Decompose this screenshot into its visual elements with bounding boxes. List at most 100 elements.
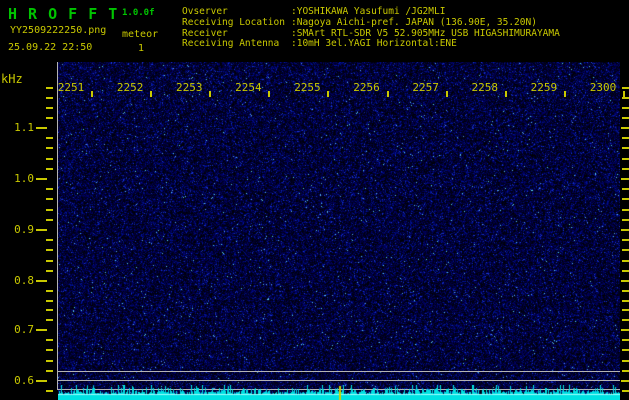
y-axis-label: 0.8	[14, 274, 34, 287]
info-value: :YOSHIKAWA Yasufumi /JG2MLI	[291, 6, 446, 17]
spectrogram-noise-canvas	[58, 62, 620, 400]
x-axis-tick	[209, 91, 212, 97]
y-axis-minor-tick-right	[622, 157, 629, 160]
y-axis-label: 0.7	[14, 323, 34, 336]
y-axis-minor-tick	[46, 299, 53, 302]
y-axis-minor-tick	[46, 208, 53, 211]
y-axis-major-tick	[36, 178, 47, 180]
y-axis-minor-tick-right	[622, 239, 629, 242]
y-axis-minor-tick	[46, 167, 53, 170]
y-axis-minor-tick	[46, 349, 53, 352]
y-axis-minor-tick	[46, 390, 53, 393]
y-axis-minor-tick	[46, 116, 53, 119]
y-axis-minor-tick-right	[622, 96, 629, 99]
x-axis-label: 2256	[353, 81, 380, 94]
y-axis-minor-tick	[46, 188, 53, 191]
y-axis-minor-tick	[46, 369, 53, 372]
info-value: :Nagoya Aichi-pref. JAPAN (136.90E, 35.2…	[291, 16, 537, 28]
y-axis-minor-tick-right	[622, 86, 629, 89]
y-axis-major-tick	[36, 380, 47, 382]
x-axis-tick	[445, 91, 448, 97]
y-axis-minor-tick	[46, 157, 53, 160]
y-axis-minor-tick-right	[622, 339, 629, 342]
y-axis-minor-tick-right	[622, 269, 629, 272]
app-version: 1.0.0f	[122, 8, 155, 18]
info-label: Receiving Location	[182, 16, 285, 28]
y-axis-major-tick	[36, 280, 47, 282]
x-axis-label: 2255	[294, 81, 321, 94]
y-axis-minor-tick-right	[622, 137, 629, 140]
y-axis-minor-tick	[46, 106, 53, 109]
y-axis-minor-tick-right	[622, 309, 629, 312]
mode-label: meteor	[122, 29, 159, 40]
x-axis-tick	[504, 91, 507, 97]
y-axis-minor-tick-right	[622, 390, 629, 393]
x-axis-tick	[91, 91, 93, 97]
y-axis-minor-tick-right	[622, 369, 629, 372]
y-axis-minor-tick	[46, 239, 53, 242]
y-axis-minor-tick	[46, 319, 53, 322]
y-axis-minor-tick	[46, 86, 53, 89]
y-axis-major-tick-right	[621, 280, 629, 282]
y-axis-minor-tick	[46, 259, 53, 262]
y-axis-unit: kHz	[1, 72, 23, 86]
y-axis-line	[57, 62, 58, 390]
x-axis-tick	[150, 91, 153, 97]
datetime-label: 25.09.22 22:50	[8, 42, 93, 53]
signal-reference-line	[58, 371, 620, 372]
y-axis-major-tick	[36, 127, 47, 129]
y-axis-minor-tick-right	[622, 188, 629, 191]
y-axis-minor-tick-right	[622, 208, 629, 211]
y-axis-minor-tick	[46, 359, 53, 362]
y-axis-major-tick-right	[621, 178, 629, 180]
y-axis-label: 1.0	[14, 172, 34, 185]
y-axis-major-tick-right	[621, 380, 629, 382]
count-label: 1	[138, 43, 145, 54]
y-axis-minor-tick	[46, 339, 53, 342]
y-axis-minor-tick-right	[622, 198, 629, 201]
y-axis-major-tick-right	[621, 229, 629, 231]
y-axis-minor-tick	[46, 198, 53, 201]
x-axis-tick	[563, 91, 566, 97]
y-axis-minor-tick-right	[622, 289, 629, 292]
y-axis-major-tick	[36, 329, 47, 331]
y-axis-minor-tick-right	[622, 249, 629, 252]
hrofft-screen: H R O F F T 1.0.0f YY2509222250.png mete…	[0, 0, 629, 400]
y-axis-major-tick	[36, 229, 47, 231]
y-axis-minor-tick	[46, 218, 53, 221]
y-axis-label: 0.9	[14, 223, 34, 236]
info-value: :SMArt RTL-SDR V5 52.905MHz USB HIGASHIM…	[291, 27, 560, 39]
y-axis-minor-tick-right	[622, 319, 629, 322]
y-axis-minor-tick-right	[622, 259, 629, 262]
y-axis-minor-tick-right	[622, 299, 629, 302]
y-axis-minor-tick-right	[622, 167, 629, 170]
x-axis-label: 2257	[412, 81, 439, 94]
y-axis-minor-tick	[46, 137, 53, 140]
x-axis-label: 2258	[471, 81, 499, 94]
y-axis-label: 0.6	[14, 374, 34, 387]
y-axis-minor-tick	[46, 96, 53, 99]
y-axis-major-tick-right	[621, 329, 629, 331]
y-axis-minor-tick-right	[622, 349, 629, 352]
y-axis-minor-tick	[46, 269, 53, 272]
station-info-row: Receiving Antenna :10mH 3el.YAGI Horizont…	[182, 38, 457, 50]
y-axis-minor-tick	[46, 147, 53, 150]
y-axis-label: 1.1	[14, 121, 34, 134]
x-axis-label: 2259	[530, 81, 558, 94]
y-axis-minor-tick-right	[622, 116, 629, 119]
y-axis-minor-tick	[46, 249, 53, 252]
y-axis-minor-tick-right	[622, 359, 629, 362]
y-axis-minor-tick-right	[622, 147, 629, 150]
app-title: H R O F F T	[8, 5, 119, 23]
y-axis-major-tick-right	[621, 127, 629, 129]
x-axis-tick	[268, 91, 271, 97]
info-value: :10mH 3el.YAGI Horizontal:ENE	[291, 38, 457, 50]
x-axis-tick	[386, 91, 389, 97]
y-axis-minor-tick	[46, 289, 53, 292]
info-label: Receiving Antenna	[182, 38, 280, 50]
x-axis-label: 2252	[116, 81, 144, 94]
x-axis-tick	[327, 91, 330, 97]
output-filename: YY2509222250.png	[10, 25, 107, 36]
y-axis-minor-tick-right	[622, 106, 629, 109]
signal-level-trace-canvas	[58, 385, 620, 400]
